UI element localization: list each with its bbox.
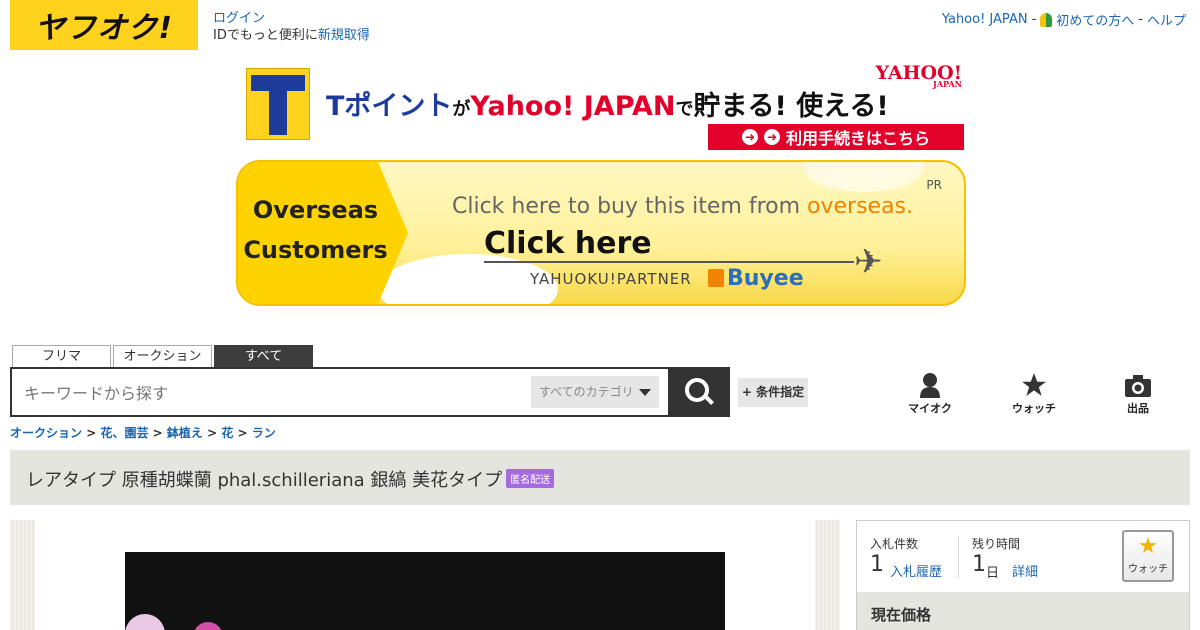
breadcrumb-link[interactable]: 鉢植え	[167, 426, 203, 440]
item-title-bar: レアタイプ 原種胡蝶蘭 phal.schilleriana 銀縞 美花タイプ 匿名…	[10, 450, 1190, 505]
breadcrumb-separator: >	[82, 426, 101, 440]
message-highlight: overseas.	[807, 194, 914, 219]
buyee-message: Click here to buy this item from oversea…	[452, 194, 913, 219]
star-icon	[999, 372, 1069, 398]
ga-text: が	[452, 99, 471, 120]
logo-text: ヤフオク!	[34, 11, 174, 46]
star-icon: ★	[1138, 534, 1158, 559]
buyee-logo-text: Buyee	[727, 266, 804, 291]
user-icon	[895, 372, 965, 398]
breadcrumb-link[interactable]: ラン	[252, 426, 276, 440]
breadcrumb-separator: >	[233, 426, 252, 440]
search-button[interactable]	[668, 367, 730, 417]
tpoint-text: Tポイント	[326, 91, 453, 122]
breadcrumb-link[interactable]: 花	[221, 426, 233, 440]
watch-nav-button[interactable]: ウォッチ	[999, 372, 1069, 416]
time-left-unit: 日	[986, 566, 1000, 581]
item-photo[interactable]	[125, 552, 725, 630]
tail-text: 貯まる! 使える!	[693, 91, 889, 122]
tab-all[interactable]: すべて	[214, 345, 313, 367]
breadcrumb: オークション > 花、園芸 > 鉢植え > 花 > ラン	[10, 424, 276, 441]
airplane-icon: ✈	[854, 242, 883, 282]
overseas-customers-block: Overseas Customers	[238, 162, 408, 304]
search-input[interactable]	[22, 381, 526, 405]
flight-line	[484, 261, 854, 263]
arrow-right-icon: ➜	[763, 129, 780, 145]
watch-button-label: ウォッチ	[1128, 564, 1168, 575]
myauction-button[interactable]: マイオク	[895, 372, 965, 416]
buyee-logo: Buyee	[708, 266, 804, 291]
shopping-bag-icon	[708, 269, 724, 287]
divider	[958, 536, 959, 578]
flower-petal	[193, 622, 223, 630]
top-links: Yahoo! JAPAN - 初めての方へ - ヘルプ	[942, 10, 1186, 29]
login-area: ログイン IDでもっと便利に新規取得	[213, 10, 370, 44]
login-link[interactable]: ログイン	[213, 11, 265, 26]
buyee-banner[interactable]: Overseas Customers Click here to buy thi…	[236, 160, 966, 306]
message-prefix: Click here to buy this item from	[452, 194, 808, 219]
time-left-value: 1	[972, 552, 986, 577]
sell-button[interactable]: 出品	[1103, 372, 1173, 416]
bid-history-link[interactable]: 入札履歴	[890, 561, 942, 580]
item-title: レアタイプ 原種胡蝶蘭 phal.schilleriana 銀縞 美花タイプ	[26, 470, 503, 491]
search-box: すべてのカテゴリ	[10, 367, 730, 417]
condition-button[interactable]: + 条件指定	[738, 378, 808, 407]
breadcrumb-link[interactable]: オークション	[10, 426, 82, 440]
breadcrumb-separator: >	[202, 426, 222, 440]
current-price-label: 現在価格	[871, 606, 932, 624]
tab-auction[interactable]: オークション	[113, 345, 212, 367]
camera-icon	[1103, 372, 1173, 398]
arrow-right-icon: ➜	[741, 129, 758, 145]
procedure-label: 利用手続きはこちら	[785, 129, 930, 148]
flower-petal	[125, 614, 165, 630]
help-link[interactable]: ヘルプ	[1147, 10, 1186, 29]
beginner-link[interactable]: 初めての方へ	[1056, 10, 1134, 29]
tpoint-banner[interactable]: TポイントがYahoo! JAPANで貯まる! 使える! YAHOO! JAPA…	[246, 62, 964, 152]
yahuoku-logo[interactable]: ヤフオク!	[10, 0, 198, 50]
anonymous-shipping-badge: 匿名配送	[506, 469, 555, 488]
sell-label: 出品	[1127, 402, 1149, 415]
watch-button[interactable]: ★ ウォッチ	[1122, 530, 1174, 582]
category-select-label: すべてのカテゴリ	[539, 385, 634, 399]
tpoint-logo-icon	[246, 68, 310, 140]
bids-count: 1	[870, 552, 884, 577]
time-detail-link[interactable]: 詳細	[1012, 561, 1038, 580]
item-title-heading: レアタイプ 原種胡蝶蘭 phal.schilleriana 銀縞 美花タイプ 匿名…	[26, 466, 555, 492]
current-price-header: 現在価格	[857, 592, 1189, 630]
tab-flea-market[interactable]: フリマ	[12, 345, 111, 367]
beginner-mark-icon	[1040, 12, 1053, 27]
search-icon-handle	[704, 395, 714, 405]
breadcrumb-link[interactable]: 花、園芸	[100, 426, 148, 440]
yahoo-japan-text: Yahoo! JAPAN	[470, 91, 676, 122]
tpoint-message: TポイントがYahoo! JAPANで貯まる! 使える!	[326, 84, 889, 123]
yahoo-japan-logo: YAHOO! JAPAN	[876, 62, 962, 89]
click-here-label: Click here	[484, 226, 652, 261]
watch-nav-label: ウォッチ	[1012, 402, 1056, 415]
overseas-text: Overseas	[252, 196, 379, 224]
yahoo-japan-link[interactable]: Yahoo! JAPAN	[942, 12, 1028, 27]
pr-label: PR	[926, 178, 942, 192]
caret-down-icon	[639, 389, 651, 396]
bids-label: 入札件数	[870, 537, 919, 551]
partner-text: YAHUOKU!PARTNER	[530, 270, 692, 288]
cloud-decoration	[804, 162, 924, 192]
time-left-label: 残り時間	[972, 537, 1021, 551]
tpoint-procedure-button[interactable]: ➜ ➜ 利用手続きはこちら	[708, 124, 964, 150]
separator: -	[1138, 12, 1143, 27]
signup-link[interactable]: 新規取得	[318, 28, 370, 43]
breadcrumb-separator: >	[148, 426, 167, 440]
myauction-label: マイオク	[908, 402, 952, 415]
id-promo-text: IDでもっと便利に	[213, 28, 318, 43]
separator: -	[1031, 12, 1037, 27]
customers-text: Customers	[243, 236, 388, 264]
category-select[interactable]: すべてのカテゴリ	[531, 376, 659, 408]
de-text: で	[675, 99, 694, 120]
